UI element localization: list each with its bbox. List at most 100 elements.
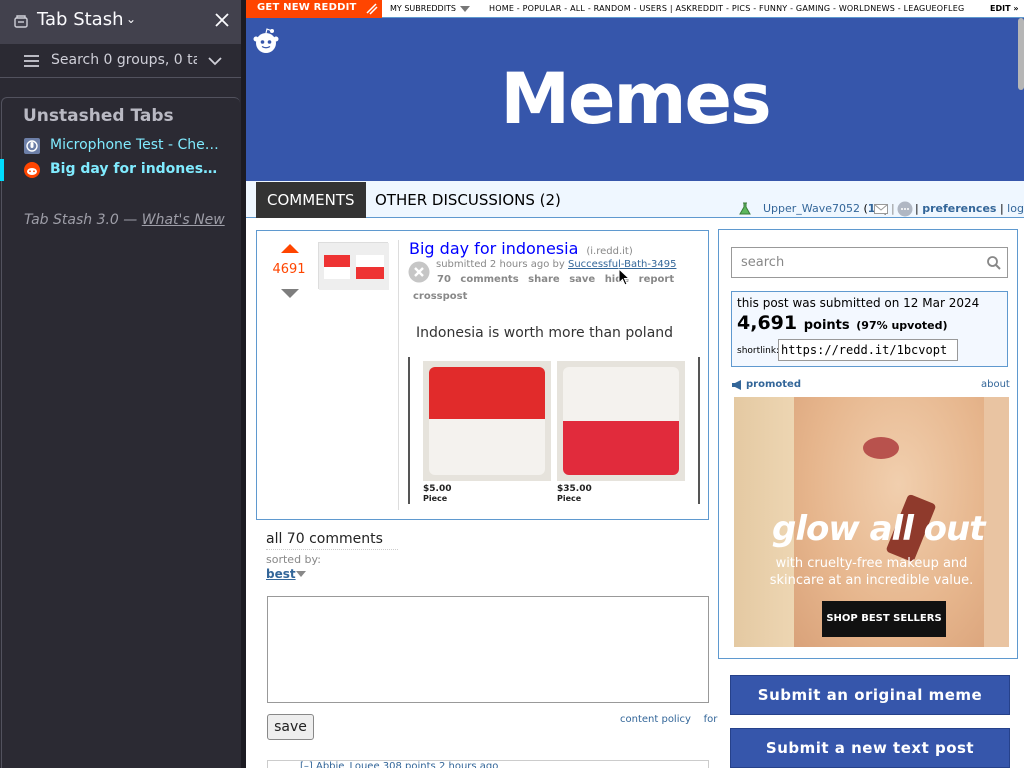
downvote-arrow-icon[interactable] xyxy=(281,289,299,298)
formatting-help-link[interactable]: for xyxy=(704,714,718,725)
reddit-page: GET NEW REDDIT MY SUBREDDITS HOME - POPU… xyxy=(246,0,1024,768)
microphone-favicon-icon xyxy=(24,138,40,154)
page-tabs: COMMENTS OTHER DISCUSSIONS (2) Upper_Wav… xyxy=(246,181,1024,218)
share-link[interactable]: share xyxy=(528,274,560,285)
tab-stash-sidebar: Tab Stash ⌄ Search 0 groups, 0 ta Unstas… xyxy=(0,0,241,768)
report-link[interactable]: report xyxy=(639,274,674,285)
dropdown-arrow-icon[interactable] xyxy=(296,571,306,577)
tab-stash-header: Tab Stash ⌄ xyxy=(0,0,241,44)
tab-item-active[interactable]: Big day for indonesia : memes xyxy=(0,159,241,181)
price-left-unit: Piece xyxy=(423,494,448,503)
tab-stash-title[interactable]: Tab Stash xyxy=(37,9,124,30)
image-frame: $5.00 Piece $35.00 Piece xyxy=(408,357,700,504)
upvote-arrow-icon[interactable] xyxy=(281,244,299,253)
tab-item-label[interactable]: Microphone Test - Check Your Mic Online xyxy=(50,137,220,153)
post-domain[interactable]: (i.redd.it) xyxy=(586,246,632,257)
comment-row[interactable]: [–] Abbie_Louee 308 points 2 hours ago xyxy=(267,760,709,768)
tab-comments[interactable]: COMMENTS xyxy=(256,182,366,218)
image-caption: Indonesia is worth more than poland xyxy=(416,325,674,341)
reddit-logo-icon[interactable] xyxy=(252,27,280,55)
submit-text-post-button[interactable]: Submit a new text post xyxy=(730,728,1010,768)
post-info-box: this post was submitted on 12 Mar 2024 4… xyxy=(731,291,1008,367)
logout-link[interactable]: logout xyxy=(1007,202,1024,215)
post-score: 4691 xyxy=(272,262,306,277)
post-tagline: submitted 2 hours ago by Successful-Bath… xyxy=(436,259,676,270)
ad-image-lips xyxy=(863,437,899,459)
separator: | xyxy=(891,202,895,215)
search-input[interactable]: search xyxy=(731,247,1008,278)
ad-subtext-line-2: skincare at an incredible value. xyxy=(769,573,974,588)
points-line: 4,691 points (97% upvoted) xyxy=(737,312,948,334)
upvoted-ratio: (97% upvoted) xyxy=(856,319,948,332)
shortlink-field[interactable]: https://redd.it/1bcvopt xyxy=(778,339,958,361)
stash-icon xyxy=(14,15,28,28)
app-window: Tab Stash ⌄ Search 0 groups, 0 ta Unstas… xyxy=(0,0,1024,768)
price-right-unit: Piece xyxy=(557,494,582,503)
megaphone-icon xyxy=(732,380,741,390)
subreddit-links[interactable]: HOME - POPULAR - ALL - RANDOM - USERS | … xyxy=(489,4,964,13)
tab-stash-search-input[interactable]: Search 0 groups, 0 ta xyxy=(51,52,197,68)
submitted-date: this post was submitted on 12 Mar 2024 xyxy=(737,296,980,310)
promoted-label: promoted xyxy=(746,379,801,390)
advertisement[interactable]: glow all out with cruelty-free makeup an… xyxy=(734,397,1009,647)
pillow-right-image xyxy=(557,361,685,481)
ad-subtext-line-1: with cruelty-free makeup and xyxy=(775,556,968,571)
post-buttons: 70 comments share save hide report xyxy=(437,274,674,285)
mouse-cursor-icon xyxy=(618,268,630,286)
expando-close-icon[interactable] xyxy=(408,261,430,283)
tab-other-discussions[interactable]: OTHER DISCUSSIONS (2) xyxy=(375,191,561,209)
content-policy-link[interactable]: content policy xyxy=(620,714,691,725)
dropdown-arrow-icon[interactable] xyxy=(460,6,470,12)
active-indicator xyxy=(0,159,4,181)
subreddit-header: Memes xyxy=(246,18,1024,181)
post-image[interactable]: Indonesia is worth more than poland $5.0… xyxy=(408,319,700,504)
version-text: Tab Stash 3.0 — xyxy=(24,212,142,228)
edit-subreddits-link[interactable]: EDIT » xyxy=(990,4,1019,13)
ad-headline: glow all out xyxy=(772,509,986,549)
price-right: $35.00 Piece xyxy=(557,484,592,503)
user-bar: Upper_Wave7052 (1) | xyxy=(763,202,887,215)
all-comments-heading: all 70 comments xyxy=(266,531,398,550)
post-thumbnail[interactable] xyxy=(318,242,389,290)
points-label: points xyxy=(803,318,850,333)
search-icon[interactable] xyxy=(987,256,1001,270)
new-reddit-icon[interactable] xyxy=(364,1,380,17)
username-link[interactable]: Upper_Wave7052 xyxy=(763,202,860,215)
reddit-favicon-icon xyxy=(24,162,40,178)
crosspost-link[interactable]: crosspost xyxy=(413,291,467,302)
tab-item[interactable]: Microphone Test - Check Your Mic Online xyxy=(0,135,241,157)
subreddit-banner[interactable]: Memes xyxy=(246,58,1024,140)
save-comment-button[interactable]: save xyxy=(267,714,314,740)
menu-icon[interactable] xyxy=(24,55,39,67)
comment-textarea[interactable] xyxy=(267,596,709,703)
price-left: $5.00 Piece xyxy=(423,484,451,503)
preferences-link[interactable]: preferences xyxy=(922,202,996,215)
get-new-reddit-button[interactable]: GET NEW REDDIT xyxy=(246,0,382,18)
chat-icon[interactable] xyxy=(897,201,913,217)
shortlink-label: shortlink: xyxy=(737,346,780,356)
sort-dropdown[interactable]: best xyxy=(266,567,296,581)
tab-stash-search-row: Search 0 groups, 0 ta xyxy=(0,44,241,78)
reddit-sidebar: search this post was submitted on 12 Mar… xyxy=(718,229,1018,659)
close-icon[interactable] xyxy=(212,10,232,30)
section-title[interactable]: Unstashed Tabs xyxy=(23,106,174,126)
post-title-row: Big day for indonesia (i.redd.it) xyxy=(409,239,633,258)
ad-cta-button[interactable]: SHOP BEST SELLERS xyxy=(822,601,946,637)
about-ad-link[interactable]: about xyxy=(981,379,1010,390)
mail-icon[interactable] xyxy=(874,204,888,214)
comments-link[interactable]: 70 comments xyxy=(437,274,519,285)
post-container: 4691 Big day for indonesia (i.redd.it) su… xyxy=(256,230,709,520)
chevron-down-icon[interactable] xyxy=(208,56,222,66)
pillow-left-image xyxy=(423,361,551,481)
submit-meme-button[interactable]: Submit an original meme xyxy=(730,675,1010,715)
subreddit-bar: GET NEW REDDIT MY SUBREDDITS HOME - POPU… xyxy=(246,0,1024,18)
save-link[interactable]: save xyxy=(569,274,595,285)
chevron-down-icon[interactable]: ⌄ xyxy=(126,12,136,26)
whats-new-link[interactable]: What's New xyxy=(142,212,225,228)
page-scrollbar[interactable] xyxy=(1018,18,1024,90)
tab-item-label[interactable]: Big day for indonesia : memes xyxy=(50,161,220,177)
flask-icon[interactable] xyxy=(738,202,752,216)
my-subreddits-dropdown[interactable]: MY SUBREDDITS xyxy=(390,4,456,13)
divider xyxy=(398,240,399,510)
post-title-link[interactable]: Big day for indonesia xyxy=(409,239,578,258)
